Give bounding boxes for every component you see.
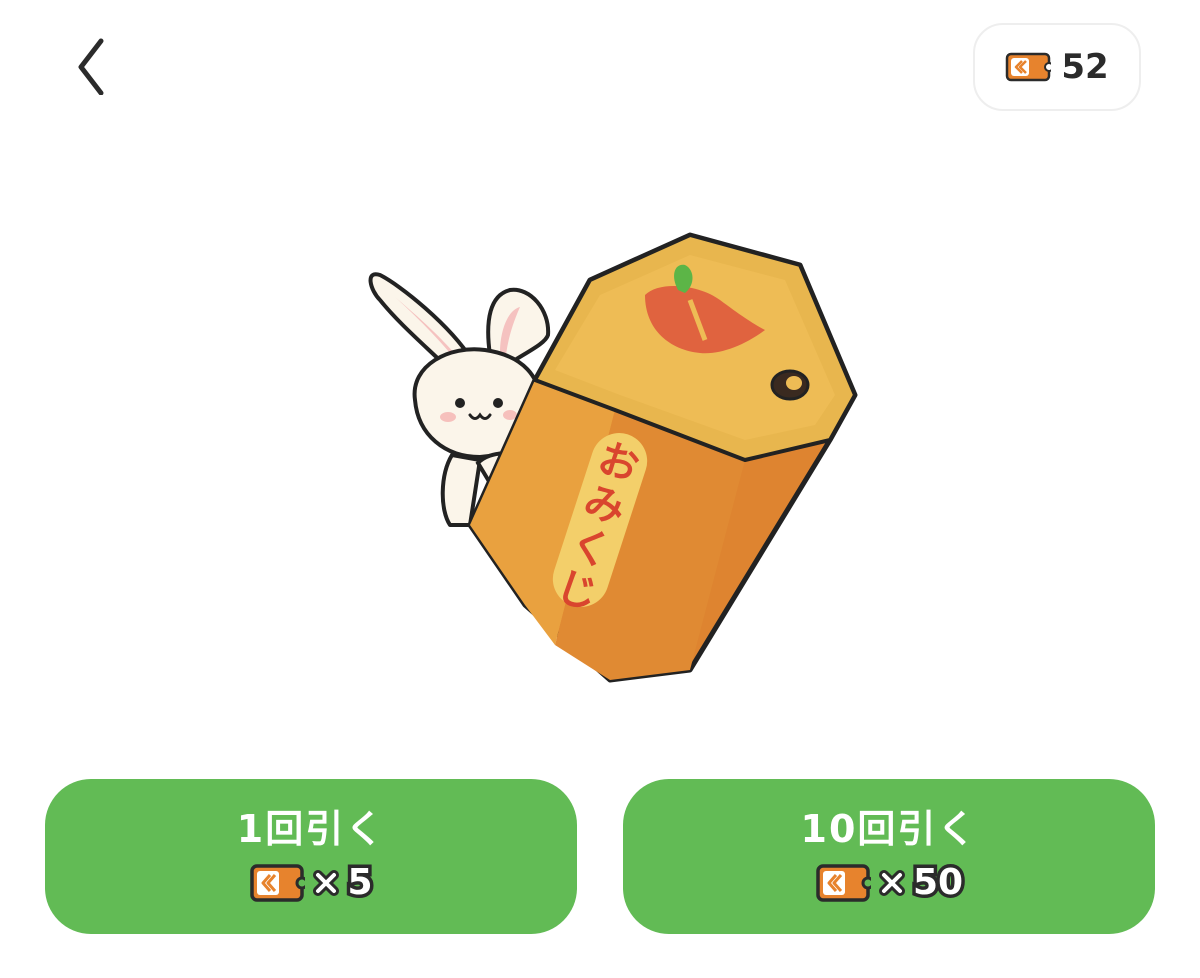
draw-ten-label: 10回引く: [800, 806, 978, 851]
ticket-balance: 52: [973, 23, 1141, 111]
draw-once-label: 1回引く: [236, 806, 386, 851]
ticket-icon: [1006, 52, 1052, 82]
chevron-left-icon: [78, 38, 104, 95]
ticket-balance-value: 52: [1061, 47, 1109, 87]
draw-once-button[interactable]: 1回引く 5: [45, 779, 577, 934]
ticket-icon: [816, 863, 871, 902]
draw-once-cost: 5: [249, 861, 376, 904]
draw-ten-button[interactable]: 10回引く 50: [623, 779, 1155, 934]
times-icon: [878, 869, 905, 896]
times-icon: [313, 869, 340, 896]
draw-ten-cost: 50: [815, 861, 967, 904]
back-button[interactable]: [56, 30, 126, 100]
ticket-icon: [250, 863, 306, 902]
draw-ten-cost-value: 50: [909, 861, 966, 904]
omikuji-illustration: お み く じ: [368, 232, 858, 683]
draw-once-cost-value: 5: [344, 861, 376, 904]
